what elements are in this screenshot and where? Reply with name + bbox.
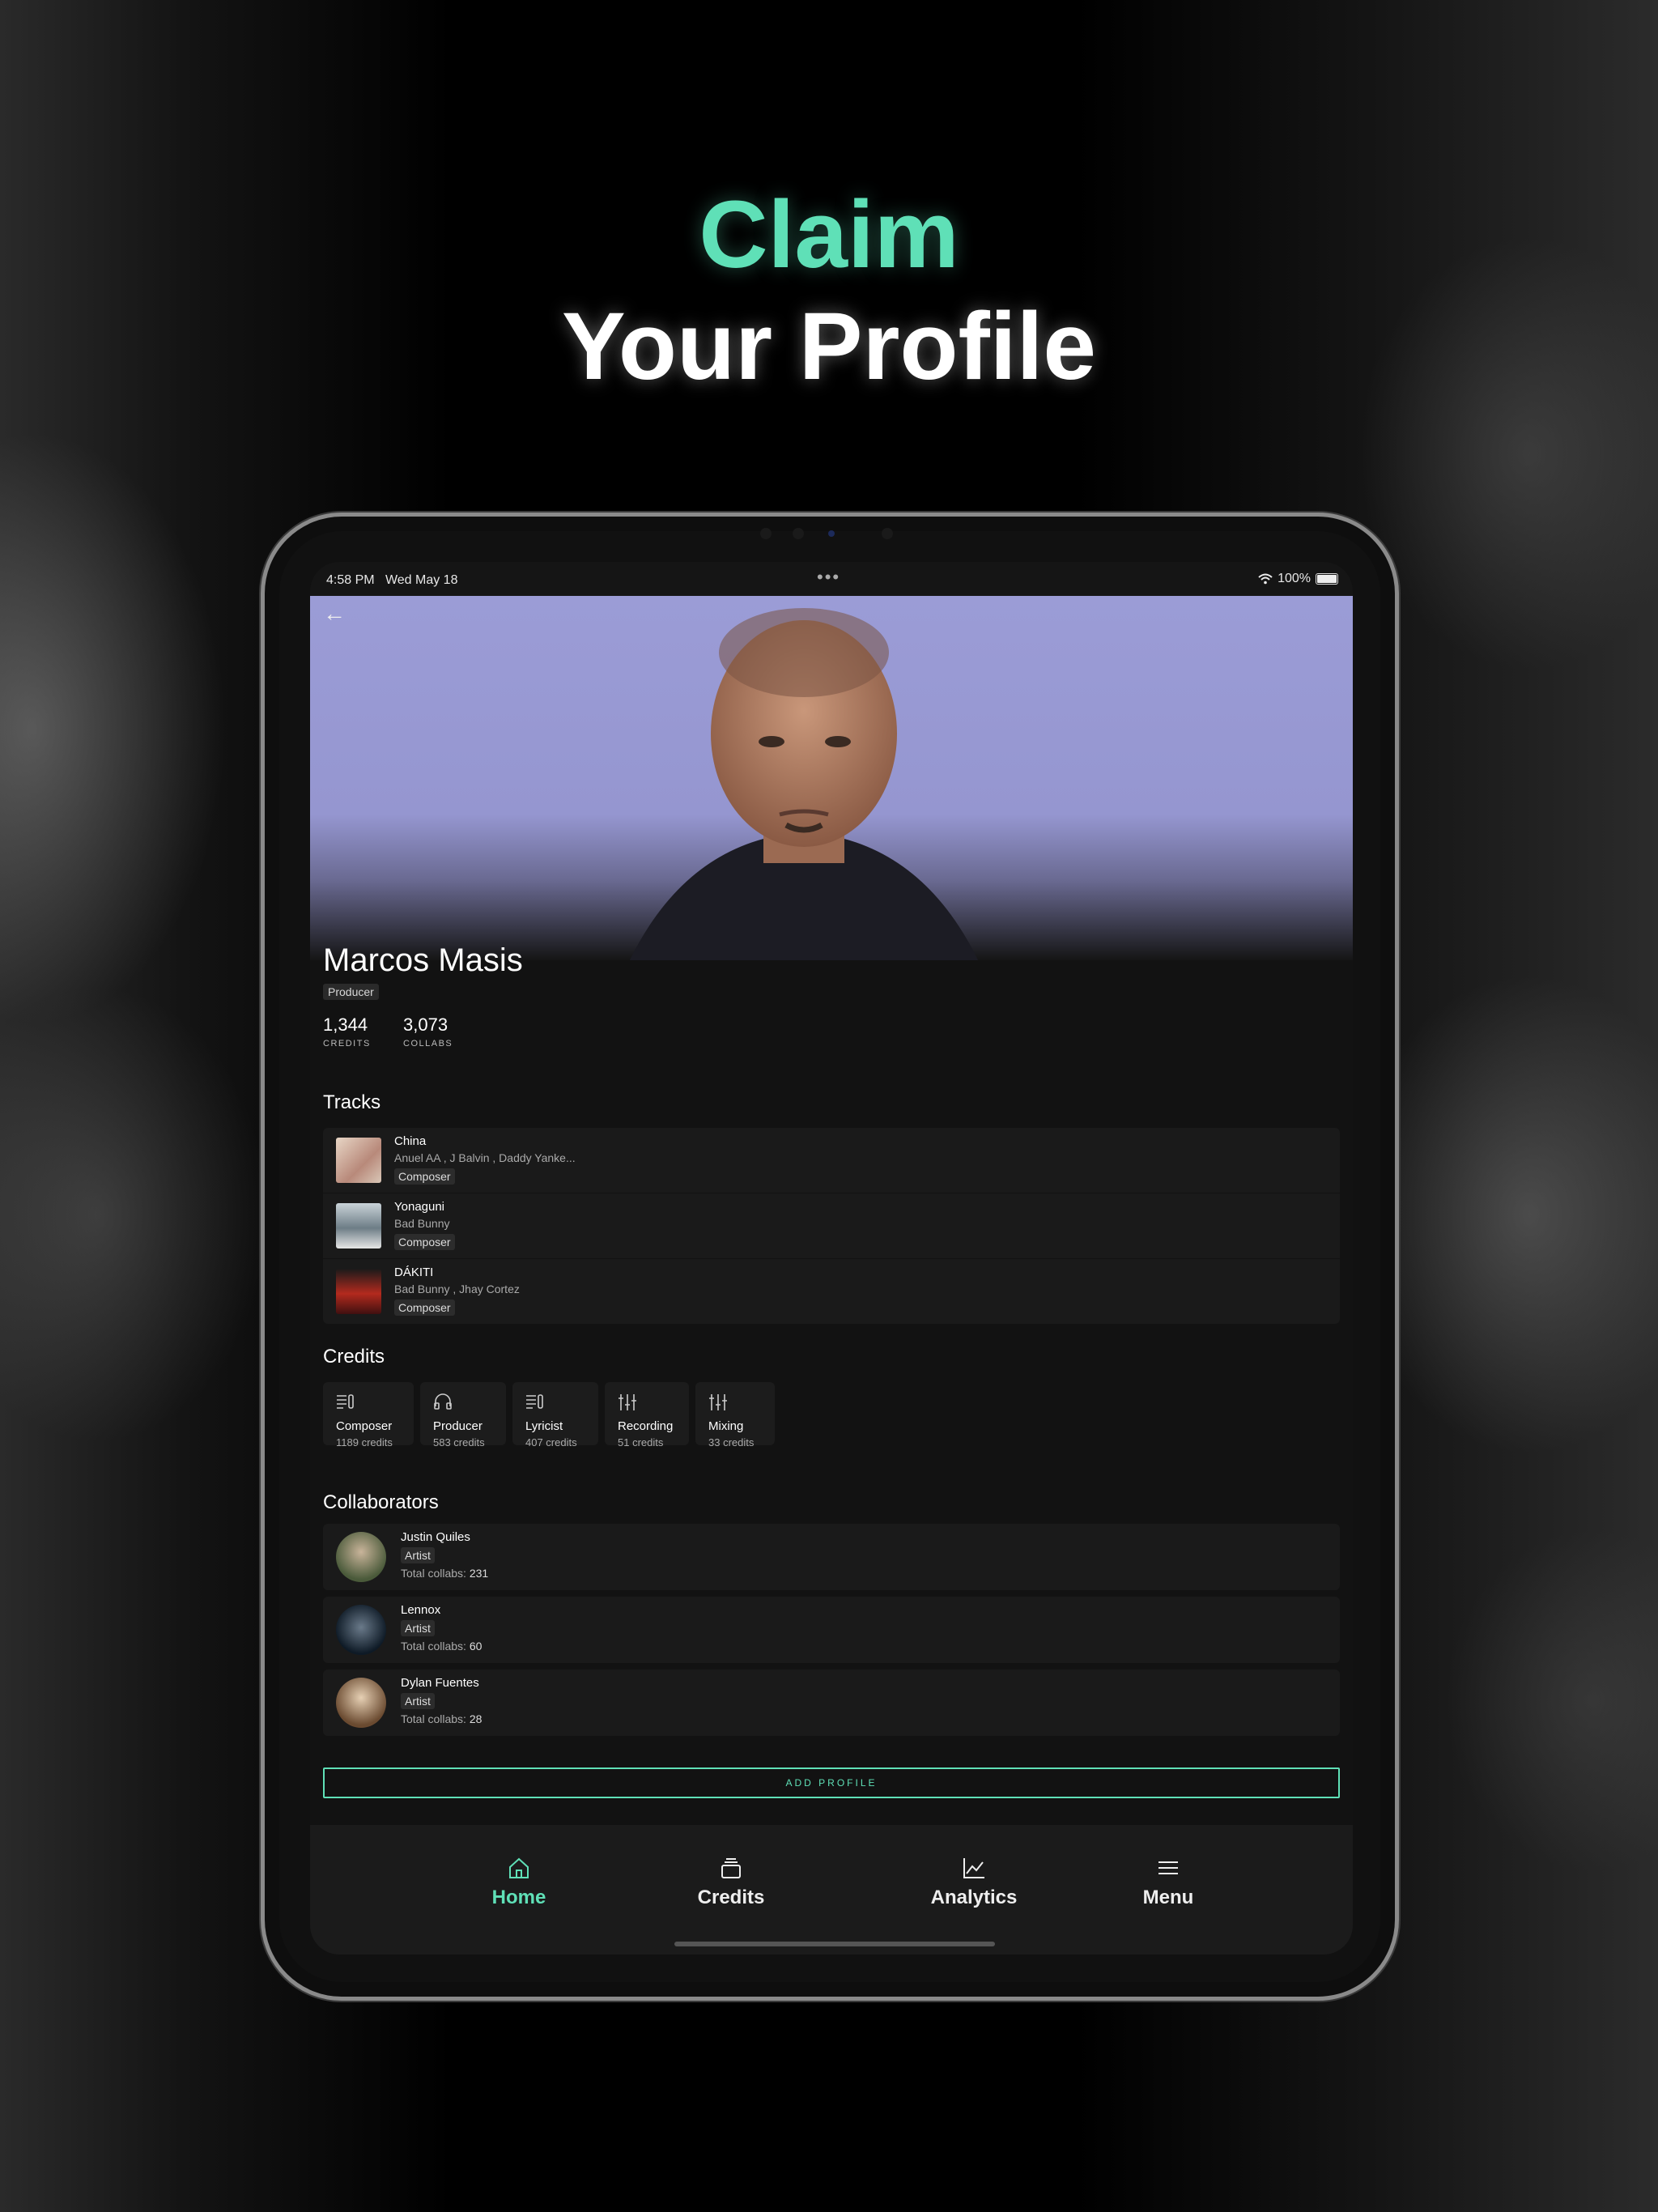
track-cover [336,1269,381,1314]
tab-label: Credits [697,1887,765,1908]
credit-card-producer[interactable]: Producer 583 credits [420,1382,506,1448]
track-cover [336,1138,381,1183]
headline-line-2: Your Profile [561,292,1096,400]
headphones-icon [433,1393,493,1413]
track-role-tag: Composer [394,1168,455,1185]
headline-line-1: Claim [699,181,959,288]
tab-menu[interactable]: Menu [1120,1856,1217,1909]
collaborator-row-dylan-fuentes[interactable]: Dylan Fuentes Artist Total collabs: 28 [323,1670,1340,1736]
status-time: 4:58 PM Wed May 18 [326,573,458,587]
profile-name: Marcos Masis [323,942,523,978]
credit-count: 33 credits [708,1436,755,1448]
sensor [760,528,772,539]
credit-cards: Composer 1189 credits Producer 583 credi… [323,1382,775,1448]
battery-percent: 100% [1278,572,1311,585]
back-arrow-icon[interactable]: ← [323,601,346,627]
track-row-china[interactable]: China Anuel AA , J Balvin , Daddy Yanke.… [323,1128,1340,1193]
add-profile-button[interactable]: ADD PROFILE [323,1767,1340,1798]
sensor [882,528,893,539]
collaborator-name: Justin Quiles [401,1530,470,1544]
sliders-icon [618,1393,676,1413]
sensor [793,528,804,539]
credit-card-lyricist[interactable]: Lyricist 407 credits [512,1382,598,1448]
collaborator-total: Total collabs: 231 [401,1567,489,1580]
stat-collabs: 3,073 COLLABS [403,1015,453,1049]
stat-value: 1,344 [323,1015,368,1035]
collaborators-title: Collaborators [323,1491,439,1513]
lyricist-icon [525,1393,585,1413]
collaborator-name: Dylan Fuentes [401,1676,479,1690]
credit-card-composer[interactable]: Composer 1189 credits [323,1382,414,1448]
avatar [336,1678,386,1728]
track-cover [336,1203,381,1249]
profile-hero-image: ← [310,596,1353,960]
collaborator-name: Lennox [401,1603,441,1617]
track-artists: Bad Bunny [394,1217,450,1230]
app-screen: 4:58 PM Wed May 18 ••• 100% ← Marcos Mas… [310,562,1353,1955]
track-artists: Bad Bunny , Jhay Cortez [394,1283,520,1295]
track-artists: Anuel AA , J Balvin , Daddy Yanke... [394,1151,576,1164]
multitasking-dots[interactable]: ••• [817,567,840,588]
profile-photo [629,608,979,960]
tab-label: Analytics [930,1887,1018,1908]
tab-label: Home [491,1887,546,1908]
collaborators-list: Justin Quiles Artist Total collabs: 231 … [323,1524,1340,1742]
credit-count: 51 credits [618,1436,664,1448]
sliders-icon [708,1393,762,1413]
track-role-tag: Composer [394,1300,455,1316]
battery-icon [1316,573,1338,585]
credit-name: Lyricist [525,1419,563,1433]
home-indicator[interactable] [674,1942,995,1946]
tab-label: Menu [1142,1887,1194,1908]
collaborator-row-lennox[interactable]: Lennox Artist Total collabs: 60 [323,1597,1340,1663]
track-title: China [394,1134,427,1148]
avatar [336,1532,386,1582]
credit-count: 1189 credits [336,1436,393,1448]
status-bar: 4:58 PM Wed May 18 ••• 100% [310,562,1353,596]
collaborator-total: Total collabs: 28 [401,1712,483,1725]
stat-value: 3,073 [403,1015,449,1035]
stat-label: CREDITS [323,1039,371,1049]
tab-home[interactable]: Home [470,1856,568,1909]
tab-analytics[interactable]: Analytics [909,1856,1039,1909]
analytics-icon [909,1856,1039,1883]
home-icon [470,1856,568,1883]
status-right: 100% [1258,572,1338,586]
track-title: DÁKITI [394,1266,434,1279]
camera [828,530,835,537]
tab-credits[interactable]: Credits [682,1856,780,1909]
credit-count: 583 credits [433,1436,485,1448]
credits-icon [682,1856,780,1883]
collaborator-row-justin-quiles[interactable]: Justin Quiles Artist Total collabs: 231 [323,1524,1340,1590]
stat-credits: 1,344 CREDITS [323,1015,371,1049]
track-row-dakiti[interactable]: DÁKITI Bad Bunny , Jhay Cortez Composer [323,1259,1340,1324]
headline: Claim Your Profile [0,178,1658,404]
credit-name: Recording [618,1419,674,1433]
credit-name: Composer [336,1419,393,1433]
tablet-frame: 4:58 PM Wed May 18 ••• 100% ← Marcos Mas… [261,513,1399,2001]
credit-name: Producer [433,1419,483,1433]
credit-card-mixing[interactable]: Mixing 33 credits [695,1382,775,1448]
stat-label: COLLABS [403,1039,453,1049]
menu-icon [1120,1856,1217,1883]
profile-role-tag: Producer [323,984,379,1000]
collaborator-role-tag: Artist [401,1693,435,1709]
credit-count: 407 credits [525,1436,577,1448]
collaborator-role-tag: Artist [401,1620,435,1636]
track-title: Yonaguni [394,1200,445,1214]
collaborator-total: Total collabs: 60 [401,1640,483,1653]
avatar [336,1605,386,1655]
track-row-yonaguni[interactable]: Yonaguni Bad Bunny Composer [323,1193,1340,1259]
credit-card-recording[interactable]: Recording 51 credits [605,1382,689,1448]
credits-title: Credits [323,1346,385,1368]
wifi-icon [1258,573,1273,585]
track-role-tag: Composer [394,1234,455,1250]
collaborator-role-tag: Artist [401,1547,435,1563]
tracks-list: China Anuel AA , J Balvin , Daddy Yanke.… [323,1128,1340,1324]
tab-bar: Home Credits Analytics Menu [310,1825,1353,1955]
credit-name: Mixing [708,1419,744,1433]
composer-icon [336,1393,401,1413]
tracks-title: Tracks [323,1091,381,1113]
